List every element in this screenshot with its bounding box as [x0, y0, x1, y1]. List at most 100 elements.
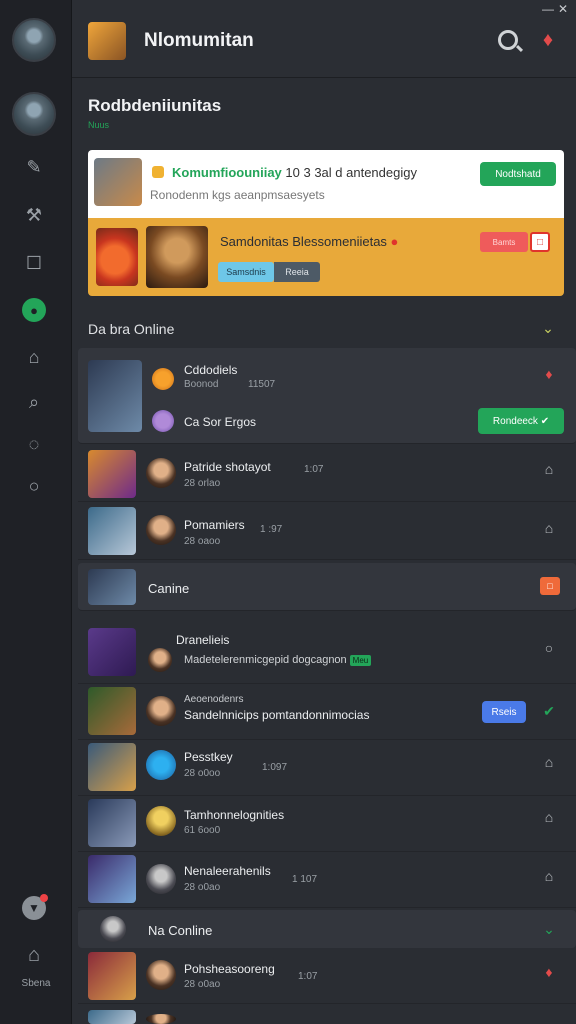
check-icon[interactable]: ✔ — [540, 702, 558, 720]
featured-button[interactable]: Nodtshatd — [480, 162, 556, 186]
list-item[interactable]: Patride shotayot 28 orlao 1:07 ⌂ — [78, 446, 576, 502]
invite-icon[interactable]: ⌂ — [540, 867, 558, 885]
featured-thumbnail — [94, 158, 142, 206]
friend-playtime: 1:07 — [298, 971, 318, 982]
user-avatar[interactable] — [12, 18, 56, 62]
featured-title: Komumfioouniiay 10 3 3al d antendegigy — [172, 165, 417, 180]
friend-activity: Sandelnnicips pomtandonnimocias — [184, 708, 370, 722]
sidebar: ✎ ⚒ ☐ ● ⌂ ⌕ ◌ ○ ▼ ⌂ Sbena — [0, 0, 72, 1024]
friend-name: Nenaleerahenils — [184, 864, 271, 878]
list-item[interactable]: Aeoenodenrs Sandelnnicips pomtandonnimoc… — [78, 684, 576, 740]
list-item-highlighted[interactable]: Cddodiels Boonod 11507 ♦ Ca Sor Ergos Ro… — [78, 348, 576, 444]
list-item[interactable]: Tamhonnelognities 61 6oo0 ⌂ — [78, 796, 576, 852]
event-red-square-button[interactable]: □ — [530, 232, 550, 252]
chevron-down-icon[interactable]: ⌄ — [540, 920, 558, 938]
friend-avatar — [146, 696, 176, 726]
event-title: Samdonitas Blessomeniietas ● — [220, 234, 398, 249]
friend-playtime: 11507 — [248, 379, 276, 390]
invite-icon[interactable]: ⌂ — [540, 808, 558, 826]
server-avatar[interactable] — [12, 92, 56, 136]
featured-card-bottom[interactable]: Samdonitas Blessomeniietas ● Samsdnis Re… — [88, 218, 564, 296]
friend-status: 28 o0oo — [184, 768, 221, 779]
chat-icon[interactable]: ◌ — [22, 432, 46, 456]
event-thumbnail-1 — [96, 228, 138, 286]
badge-icon — [152, 166, 164, 178]
page-header: Rodbdeniiunitas Nuus — [88, 96, 221, 130]
close-button[interactable]: ✕ — [558, 2, 568, 16]
search-icon[interactable] — [498, 30, 518, 50]
featured-title-green: Komumfioouniiay — [172, 165, 282, 180]
friend-name: Dranelieis — [176, 633, 230, 647]
event-pill-2[interactable]: Reeia — [274, 262, 320, 282]
friend-name: Tamhonnelognities — [184, 808, 285, 822]
page-subtitle: Nuus — [88, 120, 110, 130]
edit-icon[interactable]: ✎ — [22, 155, 46, 179]
featured-card-top[interactable]: Komumfioouniiay 10 3 3al d antendegigy R… — [88, 150, 564, 218]
search-icon[interactable]: ⌕ — [22, 390, 46, 414]
join-button[interactable]: Rondeeck ✔ — [478, 408, 564, 434]
friend-status: Boonod — [184, 379, 219, 390]
chevron-down-icon[interactable]: ⌄ — [540, 320, 556, 336]
topbar: Nlomumitan ♦ — ✕ — [72, 0, 576, 78]
app-logo — [88, 22, 126, 60]
invite-icon[interactable]: ⌂ — [540, 460, 558, 478]
friend-name: Pohsheasooreng — [184, 962, 275, 976]
featured-subtitle: Ronodenm kgs aeanpmsaesyets — [150, 188, 325, 202]
event-title-text: Samdonitas Blessomeniietas — [220, 234, 387, 249]
section-online-header[interactable]: Da bra Online — [88, 321, 174, 337]
game-thumbnail — [88, 1010, 136, 1024]
friend-avatar — [152, 368, 174, 390]
app-title: Nlomumitan — [144, 30, 254, 51]
invite-icon[interactable]: ⌂ — [540, 753, 558, 771]
game-thumbnail — [88, 687, 136, 735]
home-icon[interactable]: ⌂ — [22, 944, 46, 966]
tool-icon[interactable]: ⚒ — [22, 203, 46, 227]
game-thumbnail — [88, 507, 136, 555]
game-thumbnail — [88, 450, 136, 498]
section-offline-header[interactable]: Na Conline ⌄ — [78, 910, 576, 948]
controller-icon[interactable]: ♦ — [540, 365, 558, 383]
game-thumbnail — [88, 799, 136, 847]
list-item[interactable]: Pomamiers 28 oaoo 1 :97 ⌂ — [78, 502, 576, 560]
event-pill-1[interactable]: Samsdnis — [218, 262, 274, 282]
friend-status: 28 o0ao — [184, 882, 221, 893]
friend-avatar — [146, 750, 176, 780]
friend-name: Pomamiers — [184, 518, 245, 532]
friend-avatar — [146, 458, 176, 488]
friend-avatar — [146, 806, 176, 836]
friend-name: Ca Sor Ergos — [184, 415, 257, 429]
circle-icon[interactable]: ○ — [540, 639, 558, 657]
list-item[interactable]: Pesstkey 28 o0oo 1:097 ⌂ — [78, 740, 576, 796]
friend-status-text: Madetelerenmicgepid dogcagnon — [184, 654, 347, 666]
friend-name: Aeoenodenrs — [184, 694, 244, 705]
friend-name: Cddodiels — [184, 363, 238, 377]
sidebar-bottom-label: Sbena — [21, 978, 51, 989]
list-item-partial[interactable] — [78, 1006, 576, 1024]
friend-status: 61 6oo0 — [184, 825, 221, 836]
circle-icon[interactable]: ○ — [22, 474, 46, 498]
event-red-button[interactable]: Bamts — [480, 232, 528, 252]
notification-icon[interactable]: ▼ — [22, 894, 48, 920]
game-thumbnail — [88, 569, 136, 605]
friend-name: Patride shotayot — [184, 460, 271, 474]
square-icon[interactable]: ☐ — [22, 251, 46, 275]
status-badge: Meu — [349, 654, 372, 666]
invite-icon[interactable]: ⌂ — [540, 519, 558, 537]
controller-icon[interactable]: ⌂ — [22, 345, 46, 369]
online-icon[interactable]: ● — [22, 298, 46, 322]
list-item-group[interactable]: Canine □ — [78, 563, 576, 611]
controller-icon[interactable]: ♦ — [536, 30, 560, 50]
friend-status: 28 o0ao — [184, 979, 221, 990]
controller-icon[interactable]: ♦ — [540, 963, 558, 981]
game-thumbnail — [88, 855, 136, 903]
game-thumbnail — [88, 360, 142, 432]
list-item[interactable]: Pohsheasooreng 28 o0ao 1:07 ♦ — [78, 948, 576, 1004]
group-name: Canine — [148, 581, 190, 596]
list-item[interactable]: Dranelieis Madetelerenmicgepid dogcagnon… — [78, 624, 576, 684]
minimize-button[interactable]: — — [542, 2, 554, 16]
join-button[interactable]: Rseis — [482, 701, 526, 723]
list-item[interactable]: Nenaleerahenils 28 o0ao 1 107 ⌂ — [78, 852, 576, 908]
game-thumbnail — [88, 743, 136, 791]
group-badge-button[interactable]: □ — [540, 577, 560, 595]
friend-avatar — [146, 960, 176, 990]
